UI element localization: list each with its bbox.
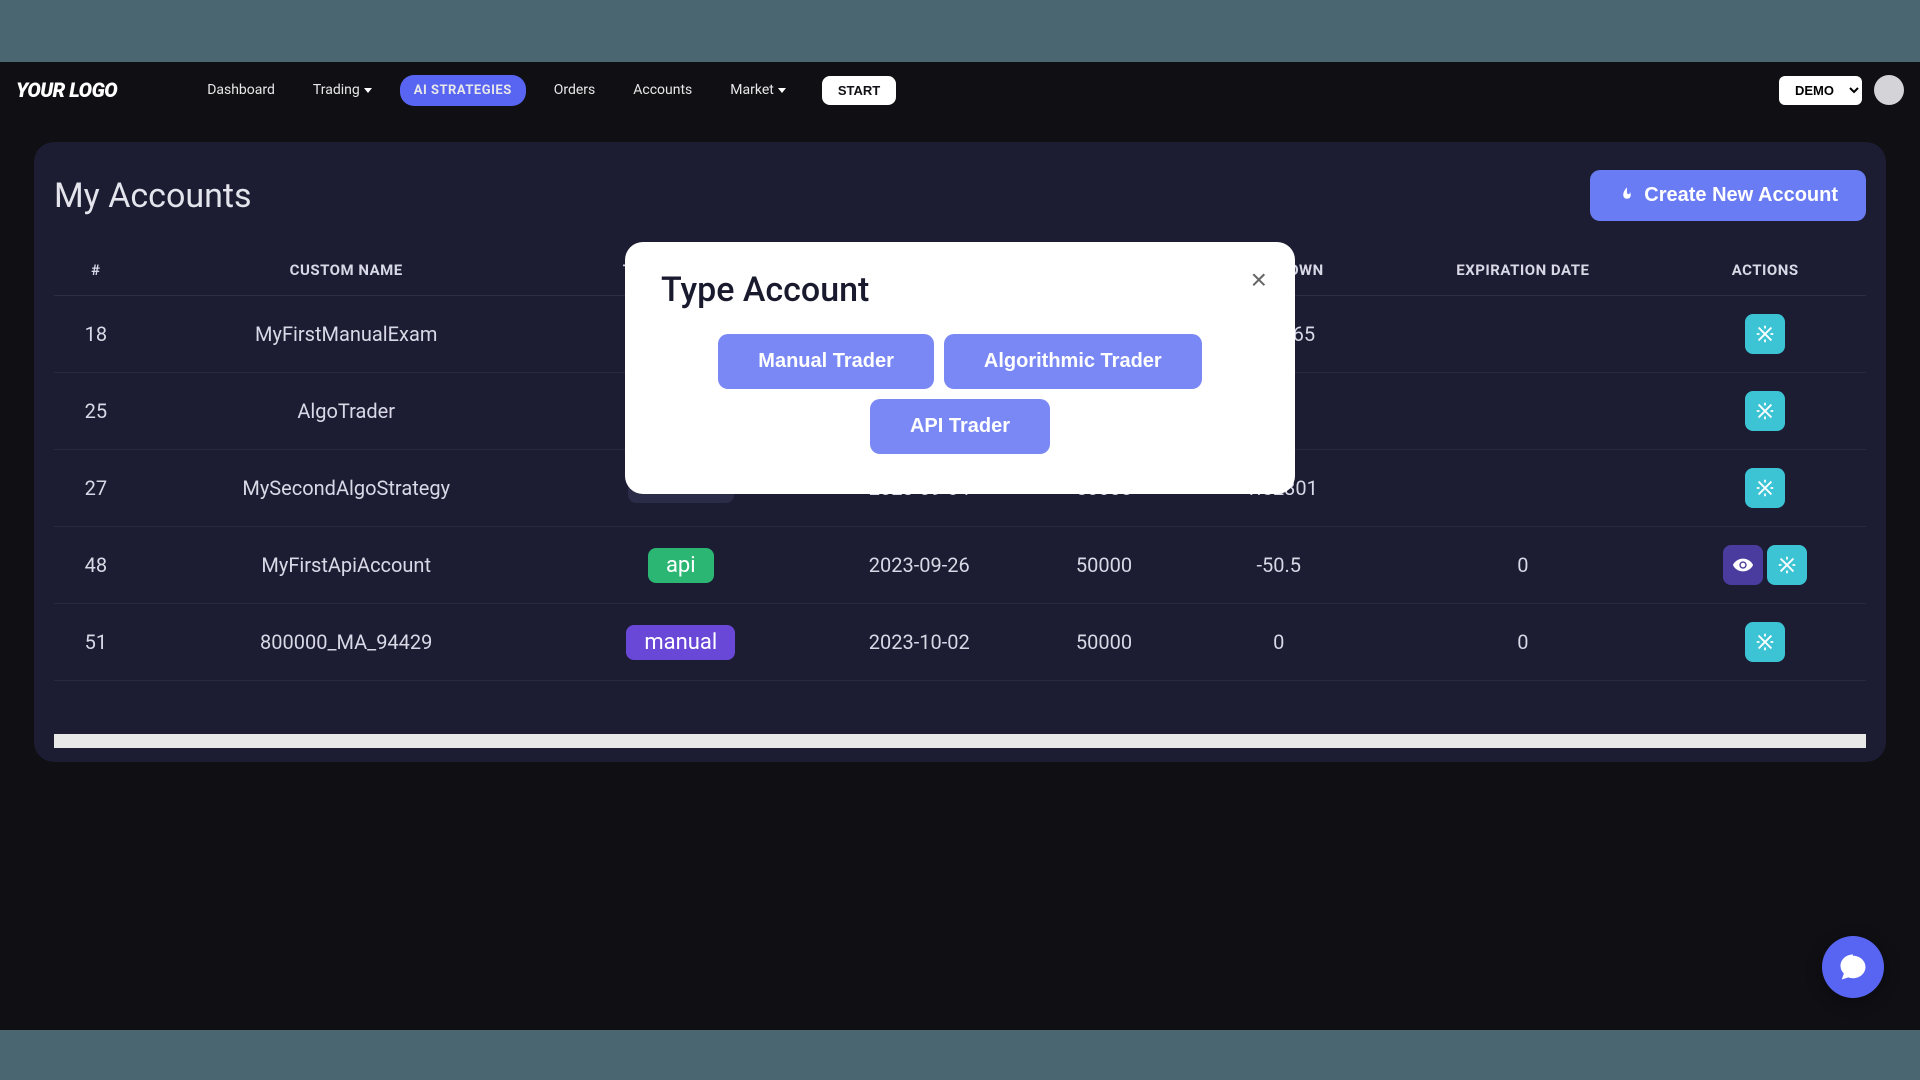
col-actions: ACTIONS bbox=[1664, 245, 1866, 296]
cell-expiration bbox=[1381, 450, 1664, 527]
topbar: YOUR LOGO Dashboard Trading AI STRATEGIE… bbox=[0, 62, 1920, 118]
cell-name: MySecondAlgoStrategy bbox=[138, 450, 555, 527]
nav-menu: Dashboard Trading AI STRATEGIES Orders A… bbox=[197, 75, 896, 106]
col-num: # bbox=[54, 245, 138, 296]
nav-accounts[interactable]: Accounts bbox=[623, 76, 702, 104]
col-expiration: EXPIRATION DATE bbox=[1381, 245, 1664, 296]
cell-balance: 50000 bbox=[1032, 527, 1176, 604]
chat-icon bbox=[1838, 952, 1868, 982]
nav-trading-label: Trading bbox=[313, 82, 360, 98]
nav-orders[interactable]: Orders bbox=[544, 76, 606, 104]
chevron-down-icon bbox=[778, 88, 786, 93]
tools-action-button[interactable] bbox=[1745, 314, 1785, 354]
modal-buttons: Manual Trader Algorithmic Trader API Tra… bbox=[661, 334, 1259, 454]
cell-actions bbox=[1664, 450, 1866, 527]
bottom-strip bbox=[0, 1030, 1920, 1080]
tools-action-button[interactable] bbox=[1745, 622, 1785, 662]
start-button[interactable]: START bbox=[822, 76, 896, 105]
manual-trader-button[interactable]: Manual Trader bbox=[718, 334, 934, 389]
type-badge: manual bbox=[626, 625, 735, 660]
cell-id: 18 bbox=[54, 296, 138, 373]
cell-expiration bbox=[1381, 373, 1664, 450]
cell-type: api bbox=[555, 527, 807, 604]
create-account-button[interactable]: Create New Account bbox=[1590, 170, 1866, 221]
modal-close-button[interactable]: × bbox=[1251, 264, 1267, 296]
table-row: 48MyFirstApiAccount api 2023-09-2650000-50… bbox=[54, 527, 1866, 604]
panel-header: My Accounts Create New Account bbox=[34, 170, 1886, 245]
cell-type: manual bbox=[555, 604, 807, 681]
modal-title: Type Account bbox=[661, 270, 1259, 310]
cell-id: 25 bbox=[54, 373, 138, 450]
cell-drawdown: -50.5 bbox=[1176, 527, 1381, 604]
chevron-down-icon bbox=[364, 88, 372, 93]
cell-id: 27 bbox=[54, 450, 138, 527]
fire-icon bbox=[1618, 186, 1636, 206]
create-button-label: Create New Account bbox=[1644, 184, 1838, 207]
topbar-right: DEMO bbox=[1779, 75, 1904, 105]
tools-action-button[interactable] bbox=[1745, 468, 1785, 508]
nav-dashboard[interactable]: Dashboard bbox=[197, 76, 285, 104]
page-title: My Accounts bbox=[54, 176, 252, 216]
cell-name: AlgoTrader bbox=[138, 373, 555, 450]
type-badge: api bbox=[648, 548, 714, 583]
avatar[interactable] bbox=[1874, 75, 1904, 105]
cell-name: MyFirstApiAccount bbox=[138, 527, 555, 604]
horizontal-scrollbar[interactable] bbox=[54, 734, 1866, 748]
cell-drawdown: 0 bbox=[1176, 604, 1381, 681]
algorithmic-trader-button[interactable]: Algorithmic Trader bbox=[944, 334, 1202, 389]
cell-expiration bbox=[1381, 296, 1664, 373]
cell-created: 2023-09-26 bbox=[807, 527, 1032, 604]
logo: YOUR LOGO bbox=[16, 78, 117, 102]
tools-action-button[interactable] bbox=[1745, 391, 1785, 431]
cell-actions bbox=[1664, 527, 1866, 604]
cell-name: MyFirstManualExam bbox=[138, 296, 555, 373]
cell-created: 2023-10-02 bbox=[807, 604, 1032, 681]
cell-id: 48 bbox=[54, 527, 138, 604]
mode-selector[interactable]: DEMO bbox=[1779, 76, 1862, 105]
view-action-button[interactable] bbox=[1723, 545, 1763, 585]
cell-name: 800000_MA_94429 bbox=[138, 604, 555, 681]
chat-widget-button[interactable] bbox=[1822, 936, 1884, 998]
nav-market[interactable]: Market bbox=[720, 76, 796, 104]
cell-actions bbox=[1664, 296, 1866, 373]
api-trader-button[interactable]: API Trader bbox=[870, 399, 1050, 454]
cell-actions bbox=[1664, 604, 1866, 681]
cell-id: 51 bbox=[54, 604, 138, 681]
col-custom-name: CUSTOM NAME bbox=[138, 245, 555, 296]
cell-actions bbox=[1664, 373, 1866, 450]
browser-chrome bbox=[0, 0, 1920, 62]
app-container: YOUR LOGO Dashboard Trading AI STRATEGIE… bbox=[0, 62, 1920, 1030]
cell-expiration: 0 bbox=[1381, 527, 1664, 604]
cell-balance: 50000 bbox=[1032, 604, 1176, 681]
type-account-modal: Type Account × Manual Trader Algorithmic… bbox=[625, 242, 1295, 494]
table-row: 51800000_MA_94429manual2023-10-025000000 bbox=[54, 604, 1866, 681]
nav-market-label: Market bbox=[730, 82, 774, 98]
nav-ai-strategies[interactable]: AI STRATEGIES bbox=[400, 75, 526, 106]
cell-expiration: 0 bbox=[1381, 604, 1664, 681]
nav-trading[interactable]: Trading bbox=[303, 76, 382, 104]
tools-action-button[interactable] bbox=[1767, 545, 1807, 585]
